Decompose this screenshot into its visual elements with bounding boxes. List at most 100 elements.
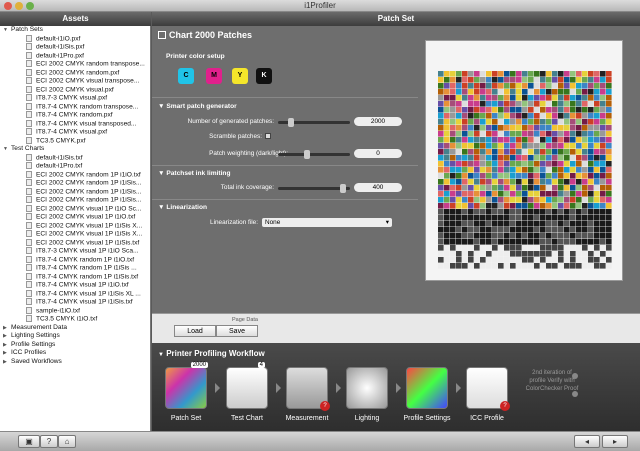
linearization-header[interactable]: ▼ Linearization xyxy=(158,204,207,211)
disclosure-open-icon[interactable]: ▼ xyxy=(3,26,11,35)
tree-item[interactable]: ECI 2002 CMYK visual 1P i1iSis X... xyxy=(0,230,150,239)
ink-limit-header[interactable]: ▼ Patchset ink limiting xyxy=(158,170,230,177)
tree-item[interactable]: ECI 2002 CMYK random 1P i1iSis... xyxy=(0,196,150,205)
tree-folder[interactable]: ▶ Profile Settings xyxy=(0,341,150,350)
tree-item[interactable]: ECI 2002 CMYK visual.pxf xyxy=(0,85,150,95)
tree-item[interactable]: ECI 2002 CMYK visual 1P i1iO.txf xyxy=(0,213,150,222)
tree-item[interactable]: default-i1Pro.txf xyxy=(0,162,150,171)
load-button[interactable]: Load xyxy=(174,325,216,337)
arrow-icon[interactable] xyxy=(572,391,578,397)
patch-swatch xyxy=(558,251,564,257)
save-button[interactable]: Save xyxy=(216,325,258,337)
tree-item[interactable]: ECI 2002 CMYK random 1P i1iSis... xyxy=(0,187,150,197)
weighting-stepper[interactable]: 0 xyxy=(354,149,402,158)
linearization-file-select[interactable]: None ▾ xyxy=(262,218,392,227)
patch-swatch xyxy=(516,119,522,125)
tree-item[interactable]: ECI 2002 CMYK visual transpose... xyxy=(0,77,150,86)
tree-item[interactable]: IT8.7-4 CMYK random 1P i1iSis ... xyxy=(0,264,150,273)
tree-item[interactable]: IT8.7-4 CMYK random transpose... xyxy=(0,102,150,112)
ink-black-button[interactable]: K xyxy=(256,68,272,84)
disclosure-open-icon[interactable]: ▼ xyxy=(3,145,11,154)
patch-swatch xyxy=(528,161,534,167)
patch-swatch xyxy=(558,233,564,239)
patch-swatch xyxy=(576,167,582,173)
disclosure-closed-icon[interactable]: ▶ xyxy=(3,324,11,333)
ink-yellow-button[interactable]: Y xyxy=(232,68,248,84)
tree-folder[interactable]: ▶ Lighting Settings xyxy=(0,332,150,341)
tree-item[interactable]: IT8.7-4 CMYK visual.pxf xyxy=(0,128,150,137)
help-button[interactable]: ? xyxy=(40,435,58,448)
tree-folder[interactable]: ▶ ICC Profiles xyxy=(0,349,150,358)
ink-cyan-button[interactable]: C xyxy=(178,68,194,84)
tree-folder[interactable]: ▶ Saved Workflows xyxy=(0,358,150,367)
total-ink-slider[interactable] xyxy=(278,184,350,193)
home-button[interactable]: ⌂ xyxy=(58,435,76,448)
tree-item[interactable]: default-i1Pro.pxf xyxy=(0,51,150,61)
tree-item[interactable]: IT8.7-4 CMYK random 1P i1iO.txf xyxy=(0,255,150,265)
patch-swatch xyxy=(588,155,594,161)
tree-folder[interactable]: ▶ Measurement Data xyxy=(0,324,150,333)
ink-magenta-button[interactable]: M xyxy=(206,68,222,84)
smart-generator-header[interactable]: ▼ Smart patch generator xyxy=(158,103,237,110)
tree-item[interactable]: IT8.7-4 CMYK visual 1P i1iSis XL ... xyxy=(0,289,150,299)
tree-item[interactable]: ECI 2002 CMYK random.pxf xyxy=(0,68,150,78)
tree-item[interactable]: sample-i1iO.txf xyxy=(0,306,150,316)
patch-swatch xyxy=(504,257,510,263)
patch-swatch xyxy=(534,119,540,125)
disclosure-closed-icon[interactable]: ▶ xyxy=(3,358,11,367)
disclosure-closed-icon[interactable]: ▶ xyxy=(3,341,11,350)
num-patches-slider[interactable] xyxy=(278,118,350,127)
step-test-chart-button[interactable]: 4 xyxy=(226,362,268,409)
tree-folder[interactable]: ▼ Test Charts xyxy=(0,145,150,154)
tree-item[interactable]: ECI 2002 CMYK visual 1P i1iSis X... xyxy=(0,221,150,231)
patch-swatch xyxy=(534,251,540,257)
zoom-window-button[interactable] xyxy=(26,2,34,10)
patch-swatch xyxy=(492,143,498,149)
patch-swatch xyxy=(564,239,570,245)
step-profile-settings-button[interactable] xyxy=(406,367,448,409)
patch-swatch xyxy=(468,179,474,185)
assets-tree[interactable]: ▼ Patch Sets default-i1iO.pxf default-i1iSi… xyxy=(0,26,151,431)
tree-folder[interactable]: ▼ Patch Sets xyxy=(0,26,150,35)
arrow-icon[interactable] xyxy=(572,373,578,379)
tree-item[interactable]: IT8.7-4 CMYK visual 1P i1iSis.txf xyxy=(0,298,150,307)
previous-step-button[interactable]: ◂ xyxy=(574,435,600,448)
file-icon xyxy=(26,255,32,263)
tree-item[interactable]: IT8.7-3 CMYK visual 1P i1iO Sca... xyxy=(0,247,150,256)
step-icc-profile-button[interactable]: ? xyxy=(466,367,510,411)
num-patches-stepper[interactable]: 2000 xyxy=(354,117,402,126)
tree-item[interactable]: TC3.5 CMYK i1iO.txf xyxy=(0,315,150,324)
weighting-slider[interactable] xyxy=(278,150,350,159)
collapse-icon[interactable]: ▼ xyxy=(158,352,164,358)
step-measurement-button[interactable]: ? xyxy=(286,367,330,411)
patch-swatch xyxy=(450,251,456,257)
tree-item[interactable]: IT8.7-4 CMYK visual 1P i1iO.txf xyxy=(0,281,150,290)
tree-item[interactable]: default-i1iSis.pxf xyxy=(0,43,150,52)
close-window-button[interactable] xyxy=(4,2,12,10)
step-patch-set-button[interactable]: 2000 xyxy=(165,362,208,409)
patch-swatch xyxy=(468,155,474,161)
total-ink-stepper[interactable]: 400 xyxy=(354,183,402,192)
tree-item[interactable]: default-i1iSis.txf xyxy=(0,153,150,163)
tree-item[interactable]: IT8.7-4 CMYK visual transposed... xyxy=(0,119,150,129)
step-lighting-button[interactable] xyxy=(346,367,388,409)
minimize-window-button[interactable] xyxy=(15,2,23,10)
disclosure-closed-icon[interactable]: ▶ xyxy=(3,332,11,341)
tree-item[interactable]: ECI 2002 CMYK random transpose... xyxy=(0,60,150,69)
tree-item[interactable]: TC3.5 CMYK.pxf xyxy=(0,136,150,146)
tree-item[interactable]: IT8.7-4 CMYK random.pxf xyxy=(0,111,150,120)
tree-item[interactable]: ECI 2002 CMYK visual 1P i1iSis.txf xyxy=(0,238,150,248)
tree-item[interactable]: ECI 2002 CMYK visual 1P i1iO Sc... xyxy=(0,204,150,214)
patch-swatch xyxy=(480,89,486,95)
tree-item[interactable]: ECI 2002 CMYK random 1P i1iO.txf xyxy=(0,170,150,180)
tree-item[interactable]: IT8.7-4 CMYK random 1P i1iSis.txf xyxy=(0,272,150,282)
patch-swatch xyxy=(600,191,606,197)
patch-swatch xyxy=(582,203,588,209)
tree-item[interactable]: default-i1iO.pxf xyxy=(0,34,150,44)
scramble-checkbox[interactable] xyxy=(265,133,271,139)
disclosure-closed-icon[interactable]: ▶ xyxy=(3,349,11,358)
tree-item[interactable]: ECI 2002 CMYK random 1P i1iSis... xyxy=(0,179,150,188)
next-step-button[interactable]: ▸ xyxy=(602,435,628,448)
fullscreen-button[interactable]: ▣ xyxy=(18,435,40,448)
tree-item[interactable]: IT8.7-3 CMYK visual.pxf xyxy=(0,94,150,103)
